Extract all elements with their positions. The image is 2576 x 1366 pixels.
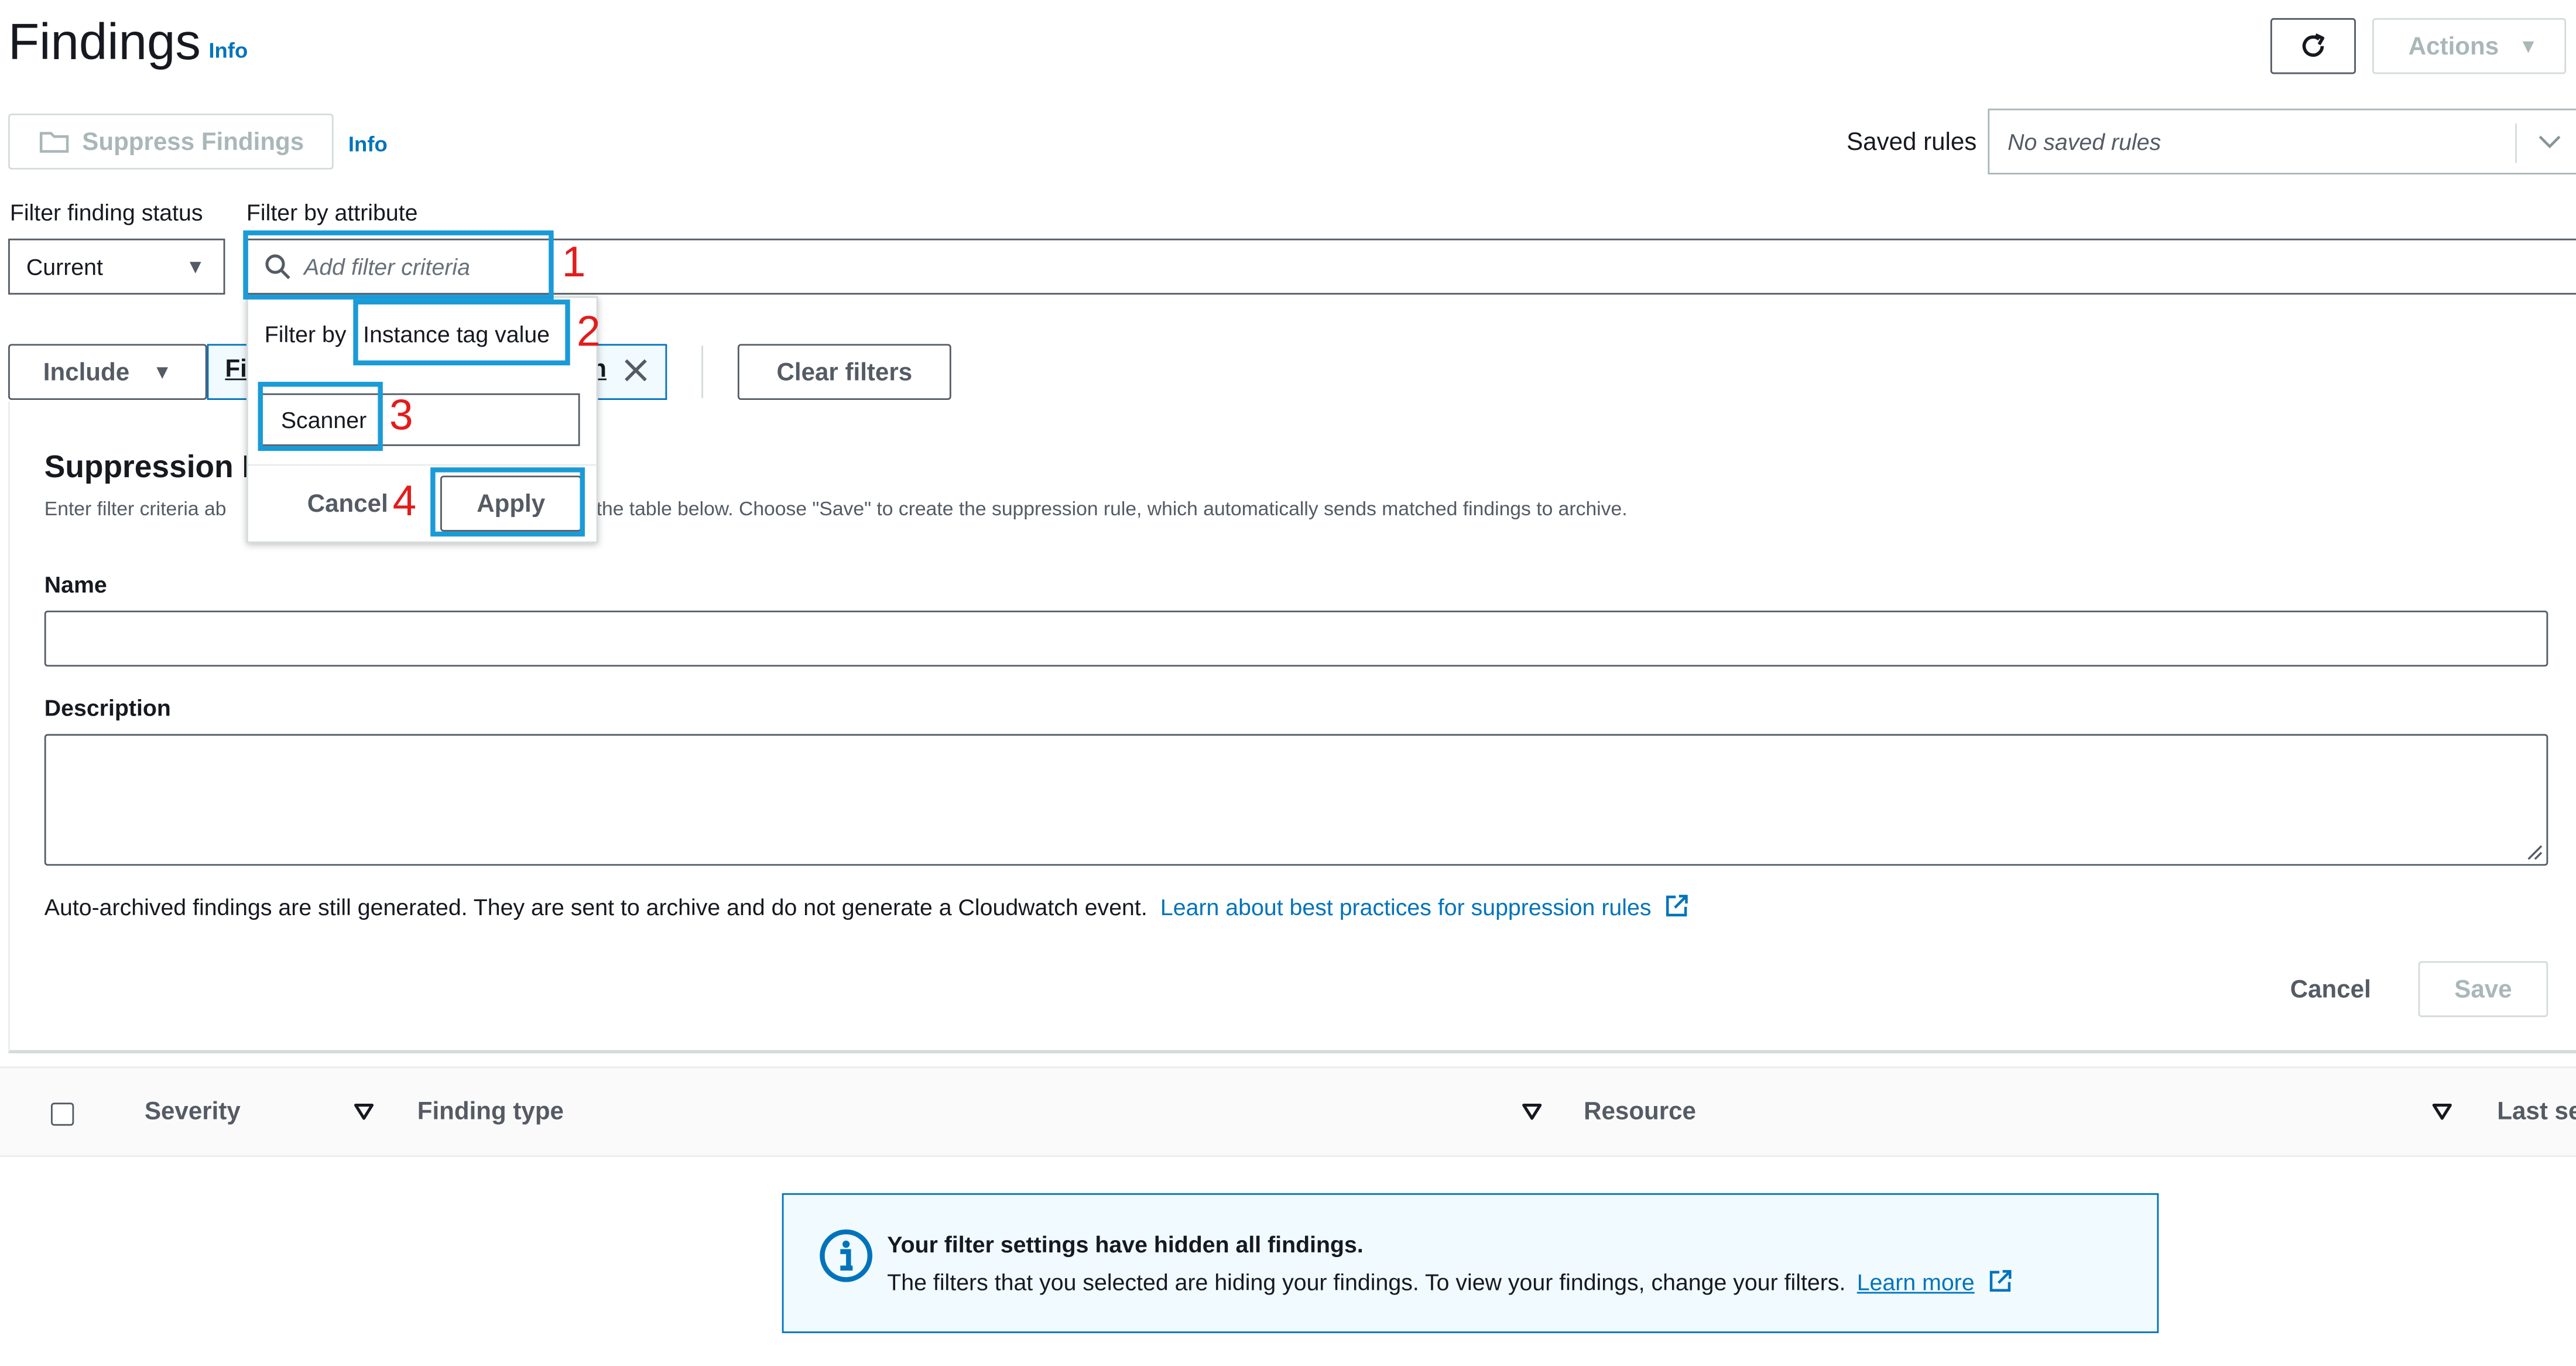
callout-box-2 [353,299,570,366]
auto-archive-note-text: Auto-archived findings are still generat… [44,893,1147,920]
callout-box-3 [258,382,383,451]
description-field[interactable] [44,734,2548,866]
header-info-link[interactable]: Info [208,38,248,63]
auto-archive-note: Auto-archived findings are still generat… [44,893,1689,920]
form-cancel-button[interactable]: Cancel [2290,976,2371,1004]
table-header [0,1066,2576,1158]
caret-down-icon: ▼ [186,255,205,279]
callout-number-4: 4 [392,475,417,525]
suppress-findings-label: Suppress Findings [82,127,304,156]
close-icon[interactable] [623,357,649,384]
external-link-icon[interactable] [1988,1269,2012,1293]
popover-divider [248,464,597,466]
info-icon [820,1229,873,1282]
caret-down-icon: ▼ [2518,35,2539,58]
sort-icon[interactable] [353,1103,374,1121]
filter-criteria-input[interactable]: Add filter criteria [246,238,2576,295]
description-label: Description [44,694,171,721]
suppress-info-link[interactable]: Info [348,132,388,156]
saved-rules-divider [2515,123,2517,163]
sort-icon[interactable] [2431,1103,2452,1121]
filter-status-label: Filter finding status [9,199,203,226]
include-select[interactable]: Include ▼ [8,344,207,400]
include-label: Include [43,358,130,386]
saved-rules-placeholder: No saved rules [2008,128,2161,155]
saved-rules-label: Saved rules [1847,128,1977,157]
callout-number-3: 3 [389,390,413,440]
column-last-seen[interactable]: Last se [2497,1098,2576,1126]
callout-box-1 [243,230,554,300]
save-label: Save [2454,975,2512,1004]
suppression-title: Suppression R [44,451,265,486]
column-finding-type[interactable]: Finding type [417,1098,564,1126]
suppress-findings-button[interactable]: Suppress Findings [8,113,334,170]
finding-status-value: Current [26,253,103,280]
suppression-description-right: the table below. Choose "Save" to create… [596,497,1628,521]
learn-more-link[interactable]: Learn more [1857,1269,1975,1295]
save-button[interactable]: Save [2418,961,2548,1018]
column-severity[interactable]: Severity [145,1098,241,1126]
name-field[interactable] [44,610,2548,667]
folder-icon [39,132,69,153]
saved-rules-select[interactable]: No saved rules [1988,108,2576,174]
external-link-icon[interactable] [1664,893,1689,918]
caret-down-icon: ▼ [152,360,172,384]
alert-body-text: The filters that you selected are hiding… [887,1269,1846,1296]
info-alert: Your filter settings have hidden all fin… [782,1193,2159,1333]
name-label: Name [44,571,107,598]
clear-filters-button[interactable]: Clear filters [737,344,951,400]
popover-filter-by-label: Filter by [264,321,347,348]
suppression-description-left: Enter filter criteria ab [44,497,227,521]
callout-number-1: 1 [561,237,586,287]
alert-body: The filters that you selected are hiding… [887,1269,2012,1295]
select-all-checkbox[interactable] [50,1103,74,1126]
actions-button[interactable]: Actions ▼ [2372,18,2567,74]
refresh-button[interactable] [2270,18,2356,74]
filter-token-text-left: Fi [225,355,247,384]
chevron-down-icon [2539,135,2561,149]
popover-cancel-button[interactable]: Cancel [307,491,388,519]
findings-page: Findings Info Actions ▼ Suppress Finding… [0,0,2576,1366]
actions-label: Actions [2408,32,2499,60]
filter-attribute-label: Filter by attribute [246,199,418,226]
resize-handle-icon[interactable] [2523,841,2543,861]
best-practices-link[interactable]: Learn about best practices for suppressi… [1160,893,1652,920]
clear-filters-label: Clear filters [776,358,913,386]
alert-title: Your filter settings have hidden all fin… [887,1231,1364,1258]
filter-divider [701,345,704,399]
callout-number-2: 2 [576,306,601,356]
column-resource[interactable]: Resource [1584,1098,1696,1126]
finding-status-select[interactable]: Current ▼ [8,238,225,295]
callout-box-4 [430,467,585,537]
refresh-icon [2302,33,2325,57]
page-title: Findings [8,13,201,71]
sort-icon[interactable] [1521,1103,1542,1121]
